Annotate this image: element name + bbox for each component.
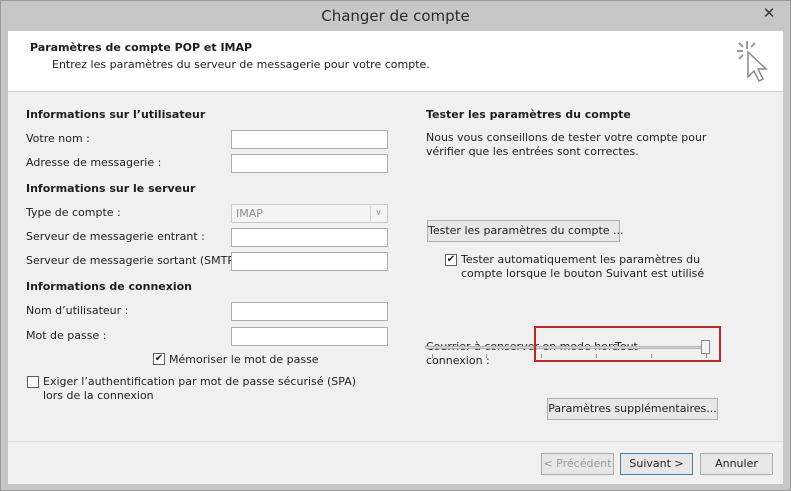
test-account-button[interactable]: Tester les paramètres du compte ... (427, 220, 624, 242)
remember-password-label: Mémoriser le mot de passe (169, 353, 319, 366)
name-label: Votre nom : (26, 132, 90, 145)
chevron-down-icon: ∨ (370, 206, 386, 221)
header-title: Paramètres de compte POP et IMAP (30, 41, 253, 54)
footer-bar: < Précédent Suivant > Annuler (8, 441, 783, 484)
remember-password-checkbox[interactable]: ✔ (153, 353, 165, 365)
auto-test-label-line1: Tester automatiquement les paramètres du (461, 253, 701, 266)
window-title: Changer de compte (321, 7, 470, 25)
email-field[interactable] (231, 154, 388, 173)
account-type-label: Type de compte : (26, 206, 121, 219)
server-info-heading: Informations sur le serveur (26, 182, 196, 195)
settings-panel: Informations sur l’utilisateur Votre nom… (8, 92, 783, 441)
auto-test-checkbox[interactable]: ✔ (445, 254, 457, 266)
incoming-server-field[interactable] (231, 228, 388, 247)
account-type-select[interactable]: IMAP ∨ (231, 204, 388, 223)
name-field[interactable] (231, 130, 388, 149)
test-settings-heading: Tester les paramètres du compte (426, 108, 631, 121)
spa-label-line1: Exiger l’authentification par mot de pas… (43, 375, 357, 388)
username-field[interactable] (231, 302, 388, 321)
next-button[interactable]: Suivant > (620, 453, 693, 475)
account-type-value: IMAP (236, 207, 263, 220)
username-label: Nom d’utilisateur : (26, 304, 129, 317)
slider-tick (432, 354, 433, 358)
slider-tick (486, 354, 487, 358)
spa-checkbox[interactable] (27, 376, 39, 388)
incoming-server-label: Serveur de messagerie entrant : (26, 230, 205, 243)
previous-button[interactable]: < Précédent (541, 453, 614, 475)
spa-label-line2: lors de la connexion (43, 389, 154, 402)
more-settings-highlight (534, 326, 721, 362)
outgoing-server-field[interactable] (231, 252, 388, 271)
cancel-button[interactable]: Annuler (700, 453, 773, 475)
more-settings-button[interactable]: Paramètres supplémentaires... (547, 398, 718, 420)
header-subtitle: Entrez les paramètres du serveur de mess… (52, 58, 430, 71)
header-panel: Paramètres de compte POP et IMAP Entrez … (8, 31, 783, 92)
title-bar: Changer de compte ✕ (1, 1, 790, 31)
password-field[interactable] (231, 327, 388, 346)
email-label: Adresse de messagerie : (26, 156, 162, 169)
close-icon[interactable]: ✕ (754, 2, 784, 24)
test-settings-desc-line2: vérifier que les entrées sont correctes. (426, 145, 639, 158)
user-info-heading: Informations sur l’utilisateur (26, 108, 206, 121)
test-settings-desc-line1: Nous vous conseillons de tester votre co… (426, 131, 707, 144)
login-info-heading: Informations de connexion (26, 280, 192, 293)
cursor-sparkle-icon (737, 41, 768, 83)
auto-test-label-line2: compte lorsque le bouton Suivant est uti… (461, 267, 705, 280)
password-label: Mot de passe : (26, 329, 107, 342)
offline-label-line2: connexion : (426, 354, 490, 367)
outgoing-server-label: Serveur de messagerie sortant (SMTP) : (26, 254, 246, 267)
